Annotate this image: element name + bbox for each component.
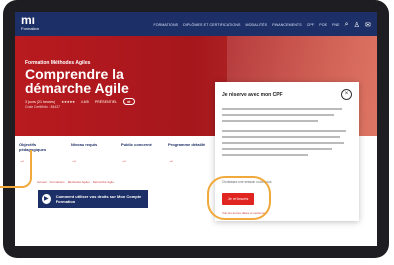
share-icon[interactable]: ⇄: [123, 98, 135, 105]
search-icon[interactable]: ⌕: [345, 21, 349, 29]
modal-text-line: [222, 130, 346, 132]
close-icon[interactable]: ×: [341, 89, 352, 100]
nav-item-fne[interactable]: FNE: [332, 23, 340, 27]
screen: mı Formation FORMATIONS DIPLÔMES ET CERT…: [15, 12, 377, 246]
breadcrumb: Accueil Formations Méthodes Agiles Démar…: [37, 180, 114, 184]
arrow-right-icon: →: [71, 158, 77, 164]
breadcrumb-item[interactable]: Méthodes Agiles: [68, 180, 90, 184]
modal-text-line: [222, 154, 308, 156]
callout-line: [0, 150, 32, 188]
modal-text-line: [222, 120, 318, 122]
tab-label: Programme détaillé: [168, 142, 206, 147]
main-nav: FORMATIONS DIPLÔMES ET CERTIFICATIONS MO…: [153, 21, 371, 29]
nav-item-modalites[interactable]: MODALITÉS: [245, 23, 267, 27]
breadcrumb-item[interactable]: Formations: [50, 180, 65, 184]
arrow-right-icon: →: [168, 158, 174, 164]
page-title: Comprendre la démarche Agile: [25, 66, 129, 96]
user-icon[interactable]: ♙: [354, 21, 360, 29]
modal-text-line: [222, 136, 340, 138]
tab-public[interactable]: Public concerné →: [121, 142, 161, 164]
highlight-ring: [207, 176, 271, 220]
tab-niveau[interactable]: Niveau requis →: [71, 142, 111, 164]
top-navigation: mı Formation FORMATIONS DIPLÔMES ET CERT…: [15, 12, 377, 36]
certif-code: Code CertifInfo : 84437: [25, 105, 61, 109]
breadcrumb-item[interactable]: Accueil: [37, 180, 47, 184]
play-icon[interactable]: ▶: [42, 194, 51, 204]
modal-text-line: [222, 114, 334, 116]
format-label: PRÉSENTIEL: [94, 99, 118, 104]
mail-icon[interactable]: ✉: [365, 21, 371, 29]
nav-item-poe[interactable]: POE: [319, 23, 327, 27]
logo-mark: mı: [21, 13, 36, 27]
rating-stars: ★★★★★: [61, 99, 75, 104]
arrow-right-icon: →: [121, 158, 127, 164]
tab-label: Niveau requis: [71, 142, 98, 147]
tab-programme[interactable]: Programme détaillé →: [168, 142, 208, 164]
modal-text-line: [222, 148, 332, 150]
video-banner[interactable]: ▶ Comment utiliser vos droits sur Mon Co…: [38, 190, 148, 208]
nav-item-financements[interactable]: FINANCEMENTS: [272, 23, 302, 27]
course-tabs: Objectifs pédagogiques → Niveau requis →…: [15, 136, 210, 176]
tablet-frame: mı Formation FORMATIONS DIPLÔMES ET CERT…: [3, 0, 389, 258]
tab-label: Public concerné: [121, 142, 152, 147]
brand-logo[interactable]: mı Formation: [21, 14, 43, 34]
breadcrumb-item: Démarche Agile: [92, 180, 114, 184]
modal-title: Je réserve avec mon CPF: [222, 92, 283, 98]
duration-label: 3 jours (21 heures): [25, 99, 56, 104]
video-label: Comment utiliser vos droits sur Mon Comp…: [55, 194, 142, 204]
nav-item-formations[interactable]: FORMATIONS: [153, 23, 178, 27]
logo-tagline: Formation: [21, 26, 40, 31]
modal-text-line: [222, 108, 342, 110]
nav-item-diplomes[interactable]: DIPLÔMES ET CERTIFICATIONS: [183, 23, 240, 27]
modal-text-line: [222, 142, 344, 144]
hero-meta: 3 jours (21 heures) ★★★★★ 4.6/5 PRÉSENTI…: [25, 98, 135, 105]
nav-item-cpf[interactable]: CPF: [307, 23, 315, 27]
rating-value: 4.6/5: [80, 99, 89, 104]
